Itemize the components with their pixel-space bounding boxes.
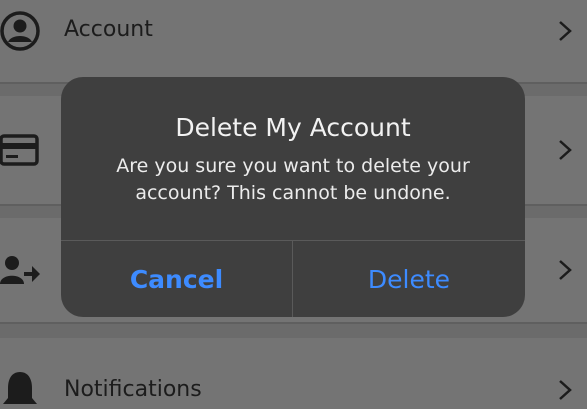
chevron-right-icon xyxy=(559,140,572,160)
cancel-button[interactable]: Cancel xyxy=(61,241,292,317)
settings-row-account[interactable]: Account xyxy=(0,0,587,82)
settings-row-notifications[interactable]: Notifications xyxy=(0,338,587,409)
user-circle-icon xyxy=(0,11,40,51)
dialog-title: Delete My Account xyxy=(175,113,411,142)
delete-account-dialog: Delete My Account Are you sure you want … xyxy=(61,77,525,317)
user-transfer-icon xyxy=(0,256,40,284)
section-gap xyxy=(0,324,587,338)
chevron-right-icon xyxy=(559,380,572,400)
chevron-right-icon xyxy=(559,260,572,280)
settings-row-label: Notifications xyxy=(64,377,202,402)
chevron-right-icon xyxy=(559,21,572,41)
dialog-message: Are you sure you want to delete your acc… xyxy=(116,155,470,204)
bell-icon xyxy=(3,372,37,404)
settings-row-label: Account xyxy=(64,17,153,42)
credit-card-icon xyxy=(0,134,39,166)
delete-button[interactable]: Delete xyxy=(293,241,525,317)
